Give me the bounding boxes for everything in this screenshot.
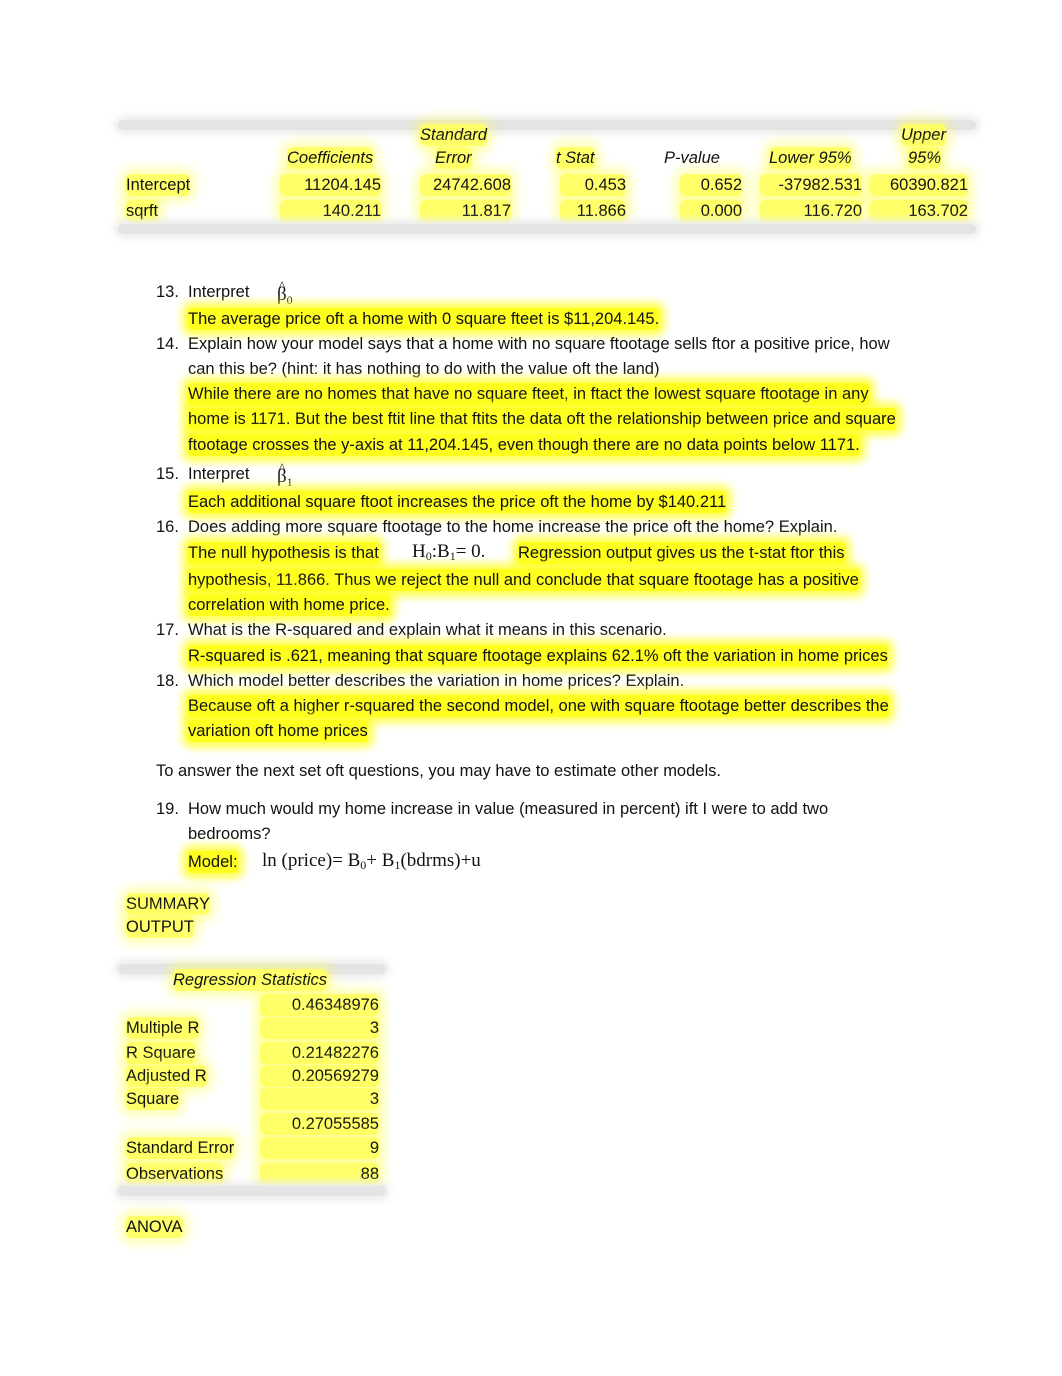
table-bottom-rule	[118, 224, 976, 234]
answer-text: Each additional square ftoot increases t…	[188, 491, 727, 513]
header-upper95-line1: Upper	[901, 124, 946, 146]
null-hypothesis-formula: H0:B1= 0.	[412, 541, 486, 563]
row-label: Intercept	[126, 174, 191, 196]
beta-hat-1-symbol: β1	[277, 457, 293, 493]
question-text: Interpret	[188, 283, 250, 301]
model-formula: ln (price)= B0+ B1(bdrms)+u	[262, 850, 481, 872]
question-text: Which model better describes the variati…	[188, 672, 685, 690]
answer-line: variation oft home prices	[188, 720, 368, 742]
header-p-value: P-value	[664, 149, 720, 167]
answer-suffix: Regression output gives us the t-stat ft…	[518, 542, 845, 564]
question-text-line1: Explain how your model says that a home …	[188, 335, 890, 353]
header-std-error-line2: Error	[435, 147, 472, 169]
p-value-value: 0.652	[680, 174, 742, 196]
summary-title-line2: OUTPUT	[126, 916, 194, 938]
t-stat-value: 11.866	[560, 200, 626, 222]
std-error-value: 24742.608	[420, 174, 511, 196]
stats-label: Observations	[126, 1163, 224, 1185]
table-top-rule	[118, 120, 976, 130]
header-lower95: Lower 95%	[769, 147, 852, 169]
upper95-value: 163.702	[870, 200, 968, 222]
stats-label: Standard Error	[126, 1137, 235, 1159]
coefficient-value: 140.211	[280, 200, 381, 222]
question-number: 13.	[156, 283, 179, 301]
model-label: Model:	[188, 851, 238, 873]
stats-value: 88	[260, 1163, 379, 1185]
question-number: 16.	[156, 518, 179, 536]
summary-title-line1: SUMMARY	[126, 893, 211, 915]
coefficient-value: 11204.145	[280, 174, 381, 196]
stats-value: 3	[260, 1017, 379, 1039]
answer-text: R-squared is .621, meaning that square f…	[188, 645, 888, 667]
answer-line: home is 1171. But the best ftit line tha…	[188, 408, 896, 430]
stats-value: 3	[260, 1088, 379, 1110]
header-std-error-line1: Standard	[420, 124, 487, 146]
stats-label: R Square	[126, 1042, 196, 1064]
stats-value: 0.20569279	[260, 1065, 379, 1087]
answer-line: hypothesis, 11.866. Thus we reject the n…	[188, 569, 859, 591]
answer-prefix: The null hypothesis is that	[188, 542, 379, 564]
answer-line: ftootage crosses the y-axis at 11,204.14…	[188, 434, 860, 456]
question-text: Does adding more square ftootage to the …	[188, 518, 838, 536]
lower95-value: -37982.531	[760, 174, 862, 196]
answer-line: correlation with home price.	[188, 594, 390, 616]
beta-hat-0-symbol: β0	[277, 275, 293, 311]
question-number: 17.	[156, 621, 179, 639]
stats-label: Adjusted R	[126, 1065, 207, 1087]
stats-label: Square	[126, 1088, 180, 1110]
t-stat-value: 0.453	[560, 174, 626, 196]
lower95-value: 116.720	[760, 200, 862, 222]
question-text-line2: bedrooms?	[188, 825, 271, 843]
question-number: 14.	[156, 335, 179, 353]
stats-value: 0.27055585	[260, 1113, 379, 1135]
stats-value: 0.46348976	[260, 994, 379, 1016]
regression-statistics-header: Regression Statistics	[173, 969, 328, 991]
answer-text: The average price oft a home with 0 squa…	[188, 308, 660, 330]
question-text-line2: can this be? (hint: it has nothing to do…	[188, 360, 660, 378]
stats-value: 9	[260, 1137, 379, 1159]
answer-line: While there are no homes that have no sq…	[188, 383, 869, 405]
question-number: 15.	[156, 465, 179, 483]
stats-bottom-rule	[118, 1186, 386, 1196]
header-coefficients: Coefficients	[287, 147, 374, 169]
question-text: Interpret	[188, 465, 250, 483]
stats-label: Multiple R	[126, 1017, 200, 1039]
row-label: sqrft	[126, 200, 159, 222]
question-number: 18.	[156, 672, 179, 690]
question-number: 19.	[156, 800, 179, 818]
upper95-value: 60390.821	[870, 174, 968, 196]
section-intro-text: To answer the next set oft questions, yo…	[156, 762, 721, 780]
stats-value: 0.21482276	[260, 1042, 379, 1064]
question-text: What is the R-squared and explain what i…	[188, 621, 667, 639]
p-value-value: 0.000	[680, 200, 742, 222]
answer-line: Because oft a higher r-squared the secon…	[188, 695, 889, 717]
question-text-line1: How much would my home increase in value…	[188, 800, 829, 818]
header-upper95-line2: 95%	[908, 147, 942, 169]
anova-heading: ANOVA	[126, 1216, 183, 1238]
header-t-stat: t Stat	[556, 147, 595, 169]
std-error-value: 11.817	[420, 200, 511, 222]
